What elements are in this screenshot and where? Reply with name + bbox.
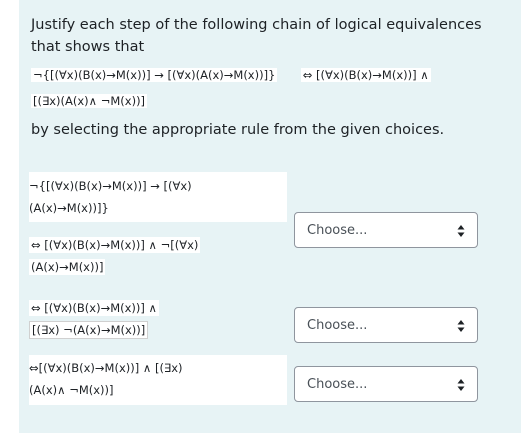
step-2-formula: ⇔ [(∀x)(B(x)→M(x))] ∧ ¬[(∀x) (A(x)→M(x))…	[29, 234, 286, 278]
step-1-line2: (A(x)→M(x))]}	[29, 201, 109, 215]
step-2-line1: ⇔ [(∀x)(B(x)→M(x))] ∧ ¬[(∀x)	[29, 237, 201, 253]
step-3-line1: ⇔ [(∀x)(B(x)→M(x))] ∧	[29, 300, 159, 316]
step-4-line1: ⇔[(∀x)(B(x)→M(x))] ∧ [(∃x)	[29, 361, 183, 375]
rule-select-1-value: Choose...	[307, 222, 368, 238]
select-arrows-icon	[457, 320, 465, 332]
question-intro: Justify each step of the following chain…	[31, 17, 482, 55]
rule-select-1[interactable]: Choose...	[294, 212, 478, 248]
select-arrows-icon	[457, 379, 465, 391]
step-4-line2: (A(x)∧ ¬M(x))]	[29, 383, 114, 397]
instruction-text: by selecting the appropriate rule from t…	[31, 122, 445, 138]
step-3-formula: ⇔ [(∀x)(B(x)→M(x))] ∧ [(∃x) ¬(A(x)→M(x))…	[29, 297, 286, 341]
step-1-formula: ¬{[(∀x)(B(x)→M(x))] → [(∀x) (A(x)→M(x))]…	[29, 175, 286, 219]
rule-select-2[interactable]: Choose...	[294, 307, 478, 343]
statement-formula-line1: ¬{[(∀x)(B(x)→M(x))] → [(∀x)(A(x)→M(x))]}…	[31, 68, 431, 82]
statement-formula-line2: [(∃x)(A(x)∧ ¬M(x))]	[31, 94, 148, 108]
step-2-line2: (A(x)→M(x))]	[29, 259, 106, 275]
step-1-line1: ¬{[(∀x)(B(x)→M(x))] → [(∀x)	[29, 179, 192, 193]
step-3-line2: [(∃x) ¬(A(x)→M(x))]	[29, 319, 286, 341]
select-arrows-icon	[457, 225, 465, 237]
rule-select-3-value: Choose...	[307, 376, 368, 392]
statement-rhs: [(∃x)(A(x)∧ ¬M(x))]	[31, 94, 148, 108]
statement-equiv: ⇔ [(∀x)(B(x)→M(x))] ∧	[300, 68, 431, 82]
rule-select-3[interactable]: Choose...	[294, 366, 478, 402]
statement-lhs: ¬{[(∀x)(B(x)→M(x))] → [(∀x)(A(x)→M(x))]}	[31, 68, 278, 82]
rule-select-2-value: Choose...	[307, 317, 368, 333]
step-4-formula: ⇔[(∀x)(B(x)→M(x))] ∧ [(∃x) (A(x)∧ ¬M(x))…	[29, 357, 286, 401]
